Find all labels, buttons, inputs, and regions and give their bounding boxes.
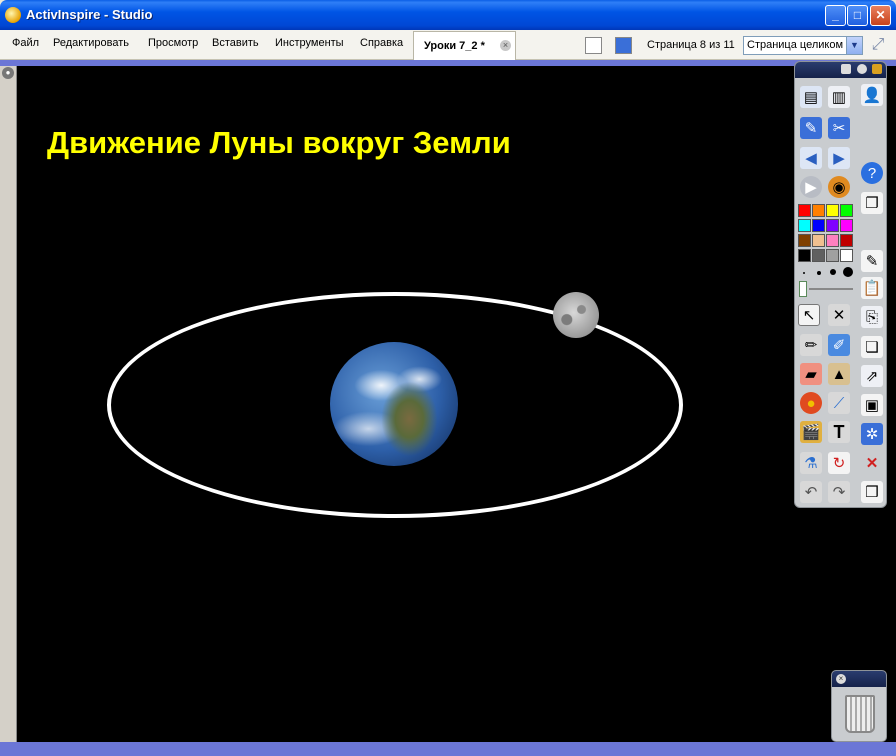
fullscreen-icon[interactable]: ⤢ (867, 36, 889, 56)
menu-insert[interactable]: Вставить (212, 37, 259, 49)
menu-file[interactable]: Файл (12, 37, 39, 49)
spotlight-icon[interactable]: ⚗ (800, 452, 822, 474)
flipchart-tools-icon[interactable]: ✲ (861, 423, 883, 445)
duplicate-icon[interactable]: ❏ (861, 336, 883, 358)
title-bar: ActivInspire - Studio _ □ ✕ (0, 0, 896, 30)
moon-image[interactable] (553, 292, 599, 338)
profile-icon[interactable] (872, 64, 882, 74)
save-icon[interactable]: ▣ (861, 394, 883, 416)
maximize-button[interactable]: □ (847, 5, 868, 26)
zoom-value: Страница целиком (747, 39, 844, 51)
width-slider-track[interactable] (809, 288, 853, 290)
trash-panel: × (831, 670, 887, 742)
flipchart-icon[interactable] (615, 37, 632, 54)
reset-icon[interactable]: ↻ (828, 452, 850, 474)
color-swatch[interactable] (798, 219, 811, 232)
document-tab-label: Уроки 7_2 * (424, 40, 485, 52)
pen-width-1[interactable] (803, 272, 805, 274)
page-browser-icon[interactable] (585, 37, 602, 54)
color-swatch[interactable] (798, 234, 811, 247)
web-icon[interactable]: ◉ (828, 176, 850, 198)
help-icon[interactable]: ? (861, 162, 883, 184)
connector-icon[interactable]: ⟋ (828, 392, 850, 414)
menu-help[interactable]: Справка (360, 37, 403, 49)
color-swatch[interactable] (798, 204, 811, 217)
app-icon[interactable] (5, 7, 21, 23)
color-swatch[interactable] (798, 249, 811, 262)
color-swatch[interactable] (812, 219, 825, 232)
user-icon[interactable]: 👤 (861, 84, 883, 106)
page-settings-icon[interactable]: ✎ (861, 250, 883, 272)
fill-icon[interactable]: ▲ (828, 363, 850, 385)
notes-icon[interactable]: ▥ (828, 86, 850, 108)
color-swatch[interactable] (840, 234, 853, 247)
pen-width-3[interactable] (830, 269, 836, 275)
paste-icon[interactable]: ⎘ (861, 306, 883, 328)
collapse-icon[interactable] (857, 64, 867, 74)
redo-icon[interactable]: ↷ (828, 481, 850, 503)
earth-image[interactable] (330, 342, 458, 466)
page-indicator: Страница 8 из 11 (647, 39, 735, 51)
delete-icon[interactable]: ✕ (861, 452, 883, 474)
undo-icon[interactable]: ↶ (800, 481, 822, 503)
color-swatch[interactable] (812, 234, 825, 247)
tab-close-icon[interactable]: × (500, 40, 511, 51)
color-swatch[interactable] (840, 249, 853, 262)
pages-stack-icon[interactable]: ❒ (861, 481, 883, 503)
main-toolbox: ▤ ▥ 👤 ✎ ✂ ◀ ▶ ? ▶ ◉ ❐ ✎ 📋 ↖ ✕ ⎘ ✏ ✐ ❏ ▰ … (794, 61, 887, 508)
tools-icon[interactable]: ✂ (828, 117, 850, 139)
menu-icon[interactable] (841, 64, 851, 74)
shape-icon[interactable]: ● (800, 392, 822, 414)
slide-title[interactable]: Движение Луны вокруг Земли (47, 125, 511, 161)
color-swatch[interactable] (812, 204, 825, 217)
text-icon[interactable]: T (828, 421, 850, 443)
color-swatch[interactable] (826, 219, 839, 232)
color-swatch[interactable] (826, 204, 839, 217)
close-button[interactable]: ✕ (870, 5, 891, 26)
pen-width-2[interactable] (817, 271, 821, 275)
play-icon[interactable]: ▶ (800, 176, 822, 198)
trash-header: × (832, 671, 886, 687)
pin-icon[interactable]: ● (2, 67, 14, 79)
document-tab[interactable]: Уроки 7_2 * × (413, 31, 516, 60)
pen-icon[interactable]: ✎ (800, 117, 822, 139)
menu-edit[interactable]: Редактировать (53, 37, 129, 49)
color-swatch[interactable] (812, 249, 825, 262)
width-slider-handle[interactable] (799, 281, 807, 297)
trash-icon[interactable] (845, 695, 875, 733)
toolbox-header[interactable] (795, 62, 886, 78)
close-icon[interactable]: × (836, 674, 846, 684)
resize-icon[interactable]: ⇗ (861, 365, 883, 387)
chevron-down-icon[interactable]: ▼ (846, 37, 862, 54)
magic-pen-icon[interactable]: ✕ (828, 304, 850, 326)
bottom-divider (0, 742, 896, 756)
color-swatch[interactable] (840, 219, 853, 232)
select-icon[interactable]: ↖ (798, 304, 820, 326)
eraser-icon[interactable]: ▰ (800, 363, 822, 385)
minimize-button[interactable]: _ (825, 5, 846, 26)
marker-icon[interactable]: ✏ (800, 334, 822, 356)
back-icon[interactable]: ◀ (800, 147, 822, 169)
clipboard-icon[interactable]: 📋 (861, 277, 883, 299)
highlighter-icon[interactable]: ✐ (828, 334, 850, 356)
browser-icon[interactable]: ▤ (800, 86, 822, 108)
pen-width-4[interactable] (843, 267, 853, 277)
color-swatch[interactable] (826, 249, 839, 262)
zoom-select[interactable]: Страница целиком ▼ (743, 36, 863, 55)
menu-view[interactable]: Просмотр (148, 37, 198, 49)
color-swatch[interactable] (826, 234, 839, 247)
menu-tools[interactable]: Инструменты (275, 37, 344, 49)
color-swatch[interactable] (840, 204, 853, 217)
pages-icon[interactable]: ❐ (861, 192, 883, 214)
clipart-icon[interactable]: 🎬 (800, 421, 822, 443)
forward-icon[interactable]: ▶ (828, 147, 850, 169)
window-title: ActivInspire - Studio (26, 7, 153, 22)
left-panel-bar: ● (0, 66, 17, 742)
